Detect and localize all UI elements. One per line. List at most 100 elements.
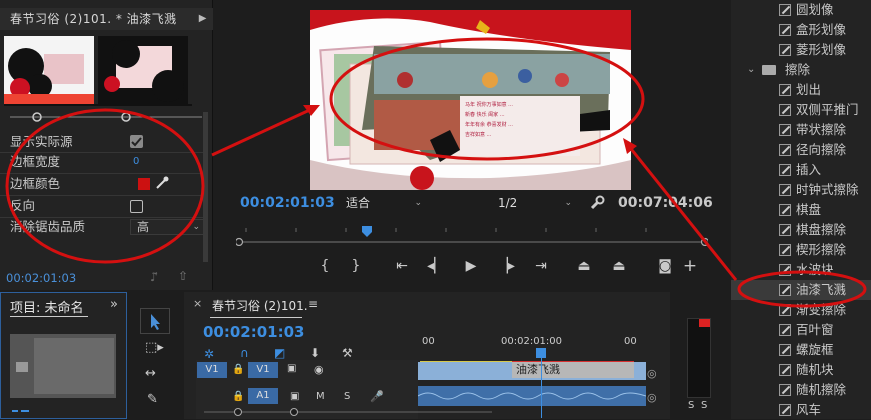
step-back-icon[interactable]: ◂▏ [426,258,446,274]
timeline-tab[interactable]: 春节习俗 (2)101. [212,297,308,314]
effect-folder[interactable]: ⌄ 擦除 [731,60,871,80]
list-view-icon[interactable] [12,406,30,416]
close-icon[interactable]: × [193,297,202,310]
add-button-icon[interactable]: + [680,256,700,276]
effect-item[interactable]: 渐变擦除 [731,300,871,320]
ruler-end-label: 00 [624,336,637,347]
effect-item[interactable]: 菱形划像 [731,40,871,60]
sync-lock-icon[interactable]: ▣ [287,363,296,374]
reverse-row: 反向 [10,198,36,213]
solo-icon[interactable]: S [344,391,350,402]
razor-tool-icon[interactable]: ✎ [147,392,158,407]
effects-list: 圆划像 盒形划像 菱形划像 ⌄ 擦除 划出 双侧平推门 带状擦除 径向擦除 插入… [731,0,871,419]
go-to-in-icon[interactable]: ⇤ [392,258,412,274]
transition-icon [779,224,791,236]
effect-item[interactable]: 棋盘擦除 [731,220,871,240]
export-frame-icon[interactable]: ◙ [655,258,675,274]
effect-controls-header[interactable]: 春节习俗 (2)101. * 油漆飞溅 ▶ [0,8,213,30]
marker-icon[interactable]: ⬇ [310,346,320,360]
transition-icon [779,304,791,316]
transition-icon [779,324,791,336]
mute-icon[interactable]: M [316,391,325,402]
effect-item[interactable]: 百叶窗 [731,320,871,340]
effect-controls-scrollbar[interactable] [203,112,208,262]
antialias-quality-dropdown[interactable]: 高 ⌄ [130,219,204,235]
border-width-row: 边框宽度 [10,154,61,169]
program-current-timecode[interactable]: 00:02:01:03 [240,195,335,211]
effect-item[interactable]: 盒形划像 [731,20,871,40]
snap-icon[interactable]: ∩ [240,346,249,360]
transition-thumb-a [4,36,94,104]
playhead-handle[interactable] [536,348,546,358]
effect-item[interactable]: 径向擦除 [731,140,871,160]
mark-in-icon[interactable]: { [315,258,335,274]
effect-item[interactable]: 风车 [731,400,871,420]
sync-lock-icon[interactable]: ▣ [290,391,299,402]
effect-item[interactable]: 时钟式擦除 [731,180,871,200]
ripple-edit-tool-icon[interactable]: ↔ [145,366,156,381]
effect-item[interactable]: 随机块 [731,360,871,380]
effect-item[interactable]: 划出 [731,80,871,100]
wrench-icon[interactable] [589,195,605,211]
resolution-dropdown[interactable]: 1/2 ⌄ [492,194,578,212]
timeline-zoom-bar[interactable] [200,408,496,416]
step-forward-icon[interactable]: ▕▸ [496,258,516,274]
play-icon[interactable]: ▶ [461,258,481,274]
extract-icon[interactable]: ⏏ [609,258,629,274]
border-color-row: 边框颜色 [10,176,61,191]
effect-item-selected[interactable]: 油漆飞溅 [731,280,871,300]
effect-item[interactable]: 圆划像 [731,0,871,20]
linked-selection-icon[interactable]: ◩ [274,346,285,360]
effect-item[interactable]: 带状擦除 [731,120,871,140]
reverse-checkbox[interactable] [130,200,143,213]
selection-tool-icon[interactable] [140,308,170,334]
program-scrub-bar[interactable] [236,226,708,246]
track-select-tool-icon[interactable]: ⬚▸ [145,340,164,355]
audio-clip[interactable] [418,386,646,406]
border-color-swatch[interactable] [138,178,150,190]
eyedropper-icon[interactable] [155,176,169,190]
lock-icon[interactable]: 🔒 [232,391,244,402]
solo-left-button[interactable]: S [688,400,694,411]
solo-right-button[interactable]: S [701,400,707,411]
panel-menu-icon[interactable]: » [110,297,118,312]
track-scroll-icon[interactable]: ◎ [647,367,657,380]
program-duration-timecode: 00:07:04:06 [618,195,713,211]
transition-icon [779,164,791,176]
playhead[interactable] [541,348,542,418]
effect-controls-title: 春节习俗 (2)101. * 油漆飞溅 [10,12,177,26]
export-frame-icon[interactable]: ♪⃗ [150,270,158,284]
lock-icon[interactable]: 🔒 [232,364,244,375]
effect-item[interactable]: 随机擦除 [731,380,871,400]
effect-item[interactable]: 螺旋框 [731,340,871,360]
share-icon[interactable]: ⇧ [178,269,188,283]
effect-item[interactable]: 棋盘 [731,200,871,220]
fit-dropdown[interactable]: 适合 ⌄ [340,194,428,212]
v1-track-label[interactable]: V1 [248,362,278,378]
v1-source-patch[interactable]: V1 [197,362,227,378]
mark-out-icon[interactable]: } [346,258,366,274]
play-arrow-icon[interactable]: ▶ [199,8,207,30]
border-width-value[interactable]: 0 [133,156,139,167]
transition-slider[interactable] [8,110,204,124]
a1-track-label[interactable]: A1 [248,388,278,404]
timeline-timecode[interactable]: 00:02:01:03 [203,323,305,341]
effect-item[interactable]: 双侧平推门 [731,100,871,120]
project-media-thumb[interactable] [10,334,116,398]
microphone-icon[interactable]: 🎤 [370,390,384,403]
menu-icon[interactable]: ≡ [308,297,318,311]
nest-icon[interactable]: ✲ [204,347,214,361]
wrench-icon[interactable]: ⚒ [342,346,353,360]
project-title[interactable]: 项目: 未命名 [10,297,84,316]
eye-icon[interactable]: ◉ [314,363,324,376]
effect-item[interactable]: 水波块 [731,260,871,280]
show-actual-source-checkbox[interactable] [130,135,143,148]
transition-clip[interactable]: 油漆飞溅 [512,362,634,378]
effect-item[interactable]: 插入 [731,160,871,180]
effect-item[interactable]: 楔形擦除 [731,240,871,260]
track-scroll-icon[interactable]: ◎ [647,391,657,404]
go-to-out-icon[interactable]: ⇥ [531,258,551,274]
svg-text:马年 祝你万事如意 ...: 马年 祝你万事如意 ... [465,101,513,108]
lift-icon[interactable]: ⏏ [574,258,594,274]
effect-controls-timecode[interactable]: 00:02:01:03 [6,271,76,285]
